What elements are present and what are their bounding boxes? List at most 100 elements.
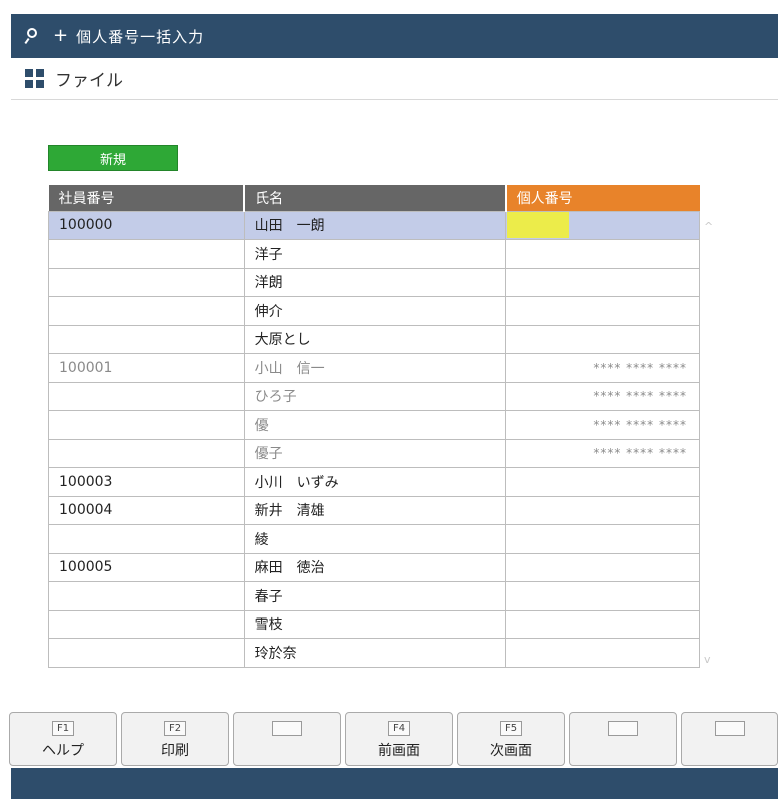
name-cell: 洋朗	[243, 267, 507, 297]
name-cell: 雪枝	[243, 609, 507, 639]
scroll-down-icon[interactable]: v	[704, 653, 711, 666]
mynumber-cell[interactable]	[505, 296, 700, 326]
f2-print-button[interactable]: F2 印刷	[121, 712, 229, 766]
employee-number-cell: 100000	[48, 210, 245, 240]
menu-bar: ファイル	[11, 58, 778, 100]
table-header-row: 社員番号 氏名 個人番号	[48, 185, 700, 211]
employee-number-cell	[48, 296, 245, 326]
f2-label: 印刷	[161, 742, 189, 759]
table-row[interactable]: 100004 新井 清雄	[48, 495, 700, 525]
name-cell: 小川 いずみ	[243, 467, 507, 497]
table-row[interactable]: ひろ子 **** **** ****	[48, 381, 700, 411]
mynumber-table: 社員番号 氏名 個人番号 100000 山田 一朗 洋子 洋朗 伸介 大原とし …	[48, 185, 700, 668]
mynumber-cell[interactable]	[505, 638, 700, 668]
employee-number-cell: 100005	[48, 552, 245, 582]
mynumber-cell[interactable]: **** **** ****	[505, 381, 700, 411]
grid-menu-icon[interactable]	[25, 68, 45, 89]
f1-keycap: F1	[52, 720, 74, 736]
name-cell: 玲於奈	[243, 638, 507, 668]
mynumber-cell[interactable]: **** **** ****	[505, 438, 700, 468]
table-row[interactable]: 伸介	[48, 296, 700, 326]
plus-icon: +	[53, 25, 69, 46]
employee-number-cell	[48, 581, 245, 611]
table-row[interactable]: 綾	[48, 524, 700, 554]
employee-number-cell	[48, 267, 245, 297]
f4-previous-screen-button[interactable]: F4 前画面	[345, 712, 453, 766]
f7-blank-button[interactable]	[681, 712, 778, 766]
employee-number-cell	[48, 438, 245, 468]
employee-number-cell	[48, 524, 245, 554]
table-row[interactable]: 100001 小山 信一 **** **** ****	[48, 353, 700, 383]
table-row[interactable]: 洋朗	[48, 267, 700, 297]
table-row[interactable]: 雪枝	[48, 609, 700, 639]
employee-number-cell	[48, 324, 245, 354]
mynumber-cell[interactable]: **** **** ****	[505, 410, 700, 440]
mynumber-cell[interactable]	[505, 324, 700, 354]
mynumber-cell[interactable]	[505, 552, 700, 582]
name-cell: 優	[243, 410, 507, 440]
name-cell: 小山 信一	[243, 353, 507, 383]
title-bar: + 個人番号一括入力	[11, 14, 778, 58]
mynumber-cell[interactable]	[505, 239, 700, 269]
f4-label: 前画面	[378, 742, 420, 759]
header-name[interactable]: 氏名	[244, 185, 507, 211]
mynumber-cell[interactable]: **** **** ****	[505, 353, 700, 383]
name-cell: 綾	[243, 524, 507, 554]
employee-number-cell	[48, 609, 245, 639]
name-cell: ひろ子	[243, 381, 507, 411]
table-row[interactable]: 春子	[48, 581, 700, 611]
table-row[interactable]: 100000 山田 一朗	[48, 210, 700, 240]
mynumber-cell[interactable]	[505, 609, 700, 639]
name-cell: 春子	[243, 581, 507, 611]
employee-number-cell	[48, 381, 245, 411]
mynumber-cell[interactable]	[505, 267, 700, 297]
status-bar	[11, 768, 778, 799]
function-key-bar: F1 ヘルプ F2 印刷 F4 前画面 F5 次画面	[9, 702, 778, 768]
f1-label: ヘルプ	[42, 742, 84, 759]
name-cell: 洋子	[243, 239, 507, 269]
mynumber-input[interactable]	[507, 212, 570, 239]
table-row[interactable]: 100003 小川 いずみ	[48, 467, 700, 497]
search-icon	[24, 26, 47, 46]
header-mynumber[interactable]: 個人番号	[505, 185, 700, 211]
table-row[interactable]: 大原とし	[48, 324, 700, 354]
table-row[interactable]: 玲於奈	[48, 638, 700, 668]
f6-keycap	[608, 720, 638, 736]
mynumber-cell[interactable]	[505, 524, 700, 554]
f4-keycap: F4	[388, 720, 410, 736]
employee-number-cell: 100001	[48, 353, 245, 383]
new-button[interactable]: 新規	[48, 145, 178, 171]
mynumber-cell[interactable]	[505, 581, 700, 611]
table-row[interactable]: 優子 **** **** ****	[48, 438, 700, 468]
name-cell: 優子	[243, 438, 507, 468]
name-cell: 新井 清雄	[243, 495, 507, 525]
f6-blank-button[interactable]	[569, 712, 677, 766]
mynumber-cell[interactable]	[505, 495, 700, 525]
name-cell: 伸介	[243, 296, 507, 326]
table-row[interactable]: 優 **** **** ****	[48, 410, 700, 440]
employee-number-cell	[48, 638, 245, 668]
employee-number-cell: 100004	[48, 495, 245, 525]
f3-keycap	[272, 720, 302, 736]
scroll-up-icon[interactable]: ^	[704, 220, 713, 233]
employee-number-cell: 100003	[48, 467, 245, 497]
employee-number-cell	[48, 410, 245, 440]
f5-next-screen-button[interactable]: F5 次画面	[457, 712, 565, 766]
f3-blank-button[interactable]	[233, 712, 341, 766]
name-cell: 山田 一朗	[243, 210, 507, 240]
table-row[interactable]: 洋子	[48, 239, 700, 269]
name-cell: 大原とし	[243, 324, 507, 354]
f7-keycap	[714, 720, 745, 736]
f5-keycap: F5	[500, 720, 522, 736]
main-content: 新規 社員番号 氏名 個人番号 100000 山田 一朗 洋子 洋朗 伸介 大原…	[11, 100, 778, 702]
header-employee-number[interactable]: 社員番号	[48, 185, 246, 211]
name-cell: 麻田 徳治	[243, 552, 507, 582]
table-row[interactable]: 100005 麻田 徳治	[48, 552, 700, 582]
employee-number-cell	[48, 239, 245, 269]
window-title: 個人番号一括入力	[76, 27, 205, 46]
f5-label: 次画面	[490, 742, 532, 759]
menu-file[interactable]: ファイル	[55, 66, 123, 91]
mynumber-cell[interactable]	[505, 467, 700, 497]
f1-help-button[interactable]: F1 ヘルプ	[9, 712, 117, 766]
mynumber-cell[interactable]	[505, 210, 700, 240]
